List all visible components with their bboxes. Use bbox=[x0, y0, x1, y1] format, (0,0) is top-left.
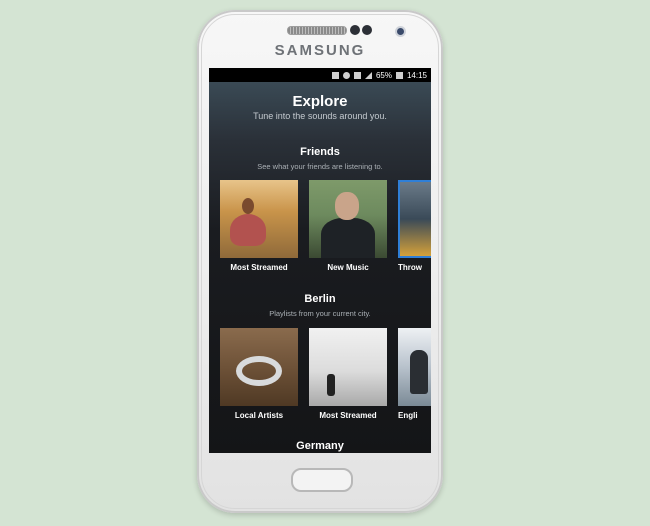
home-button[interactable] bbox=[291, 468, 353, 492]
playlist-label: Local Artists bbox=[234, 411, 284, 420]
proximity-sensor bbox=[350, 25, 360, 35]
playlist-label: Most Streamed bbox=[319, 411, 377, 420]
playlist-label: Engli bbox=[398, 411, 418, 420]
section-title-friends: Friends bbox=[300, 146, 340, 158]
playlist-card[interactable]: Most Streamed bbox=[220, 180, 298, 272]
signal-icon bbox=[364, 71, 372, 79]
playlist-label: Most Streamed bbox=[230, 263, 288, 272]
playlist-thumbnail bbox=[220, 180, 298, 258]
page-subtitle: Tune into the sounds around you. bbox=[253, 111, 387, 121]
status-bar: 65% 14:15 bbox=[209, 68, 431, 82]
playlist-card[interactable]: New Music bbox=[309, 180, 387, 272]
playlist-thumbnail bbox=[398, 180, 431, 258]
mute-icon bbox=[331, 71, 339, 79]
playlist-thumbnail bbox=[398, 328, 431, 406]
section-title-berlin: Berlin bbox=[304, 293, 336, 305]
light-sensor bbox=[362, 25, 372, 35]
battery-icon bbox=[395, 71, 403, 79]
playlist-label: New Music bbox=[327, 263, 369, 272]
thumbnail-art bbox=[230, 214, 266, 246]
playlist-label: Throw bbox=[398, 263, 422, 272]
thumbnail-art bbox=[327, 374, 335, 396]
thumbnail-art bbox=[321, 218, 375, 258]
alarm-icon bbox=[342, 71, 350, 79]
battery-percent: 65% bbox=[375, 70, 392, 80]
playlist-thumbnail bbox=[309, 328, 387, 406]
headphones-icon bbox=[236, 356, 282, 386]
status-time: 14:15 bbox=[406, 70, 427, 80]
playlist-card[interactable]: Most Streamed bbox=[309, 328, 387, 420]
thumbnail-art bbox=[335, 192, 359, 220]
front-camera-icon bbox=[397, 28, 404, 35]
playlist-thumbnail bbox=[220, 328, 298, 406]
wifi-icon bbox=[353, 71, 361, 79]
section-subtitle-friends: See what your friends are listening to. bbox=[257, 162, 383, 171]
explore-content[interactable]: Explore Tune into the sounds around you.… bbox=[209, 82, 431, 453]
playlist-card[interactable]: Throw bbox=[398, 180, 431, 272]
playlist-card[interactable]: Local Artists bbox=[220, 328, 298, 420]
phone-screen: 65% 14:15 Explore Tune into the sounds a… bbox=[209, 68, 431, 453]
section-title-germany: Germany bbox=[296, 440, 344, 452]
playlist-thumbnail bbox=[309, 180, 387, 258]
brand-logo: SAMSUNG bbox=[274, 42, 366, 59]
playlist-card[interactable]: Engli bbox=[398, 328, 431, 420]
section-subtitle-berlin: Playlists from your current city. bbox=[269, 309, 371, 318]
earpiece-speaker bbox=[287, 26, 347, 35]
thumbnail-art bbox=[242, 198, 254, 214]
page-title: Explore bbox=[292, 93, 348, 110]
thumbnail-art bbox=[410, 350, 428, 394]
